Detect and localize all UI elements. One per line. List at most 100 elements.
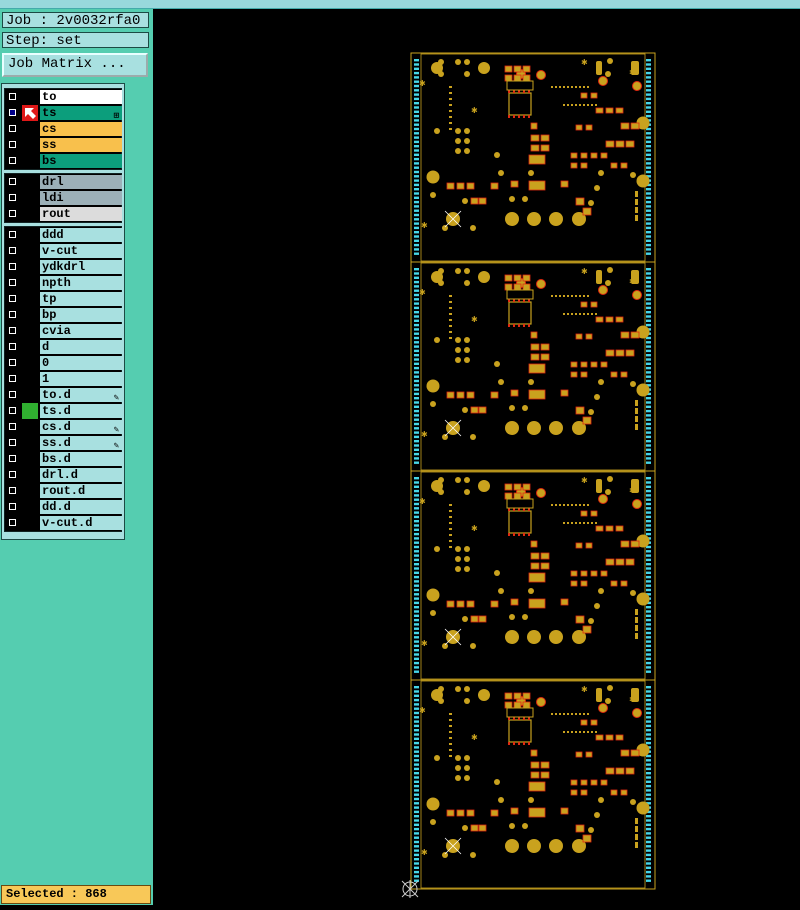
layer-row-to.d[interactable]: to.d ✎	[5, 387, 122, 403]
layer-name[interactable]: cs.d ✎	[40, 420, 122, 434]
layer-row-bs.d[interactable]: bs.d	[5, 451, 122, 467]
layer-status-cell[interactable]	[22, 387, 38, 403]
layer-status-cell[interactable]	[22, 483, 38, 499]
layer-checkbox[interactable]	[8, 108, 17, 117]
layer-checkbox[interactable]	[8, 193, 17, 202]
layer-row-rout.d[interactable]: rout.d	[5, 483, 122, 499]
layer-checkbox[interactable]	[8, 294, 17, 303]
layer-status-cell[interactable]	[22, 307, 38, 323]
layer-checkbox[interactable]	[8, 342, 17, 351]
layer-checkbox[interactable]	[8, 326, 17, 335]
layer-name[interactable]: 1	[40, 372, 122, 386]
layer-status-cell[interactable]	[22, 451, 38, 467]
layer-row-ts.d[interactable]: ts.d	[5, 403, 122, 419]
layer-name[interactable]: bp	[40, 308, 122, 322]
layer-status-cell[interactable]	[22, 403, 38, 419]
layer-checkbox[interactable]	[8, 156, 17, 165]
layer-row-bs[interactable]: bs	[5, 153, 122, 169]
work-layer-arrow-icon[interactable]	[22, 105, 38, 121]
layer-name[interactable]: tp	[40, 292, 122, 306]
layer-name[interactable]: v-cut	[40, 244, 122, 258]
layer-name[interactable]: npth	[40, 276, 122, 290]
layer-name[interactable]: bs.d	[40, 452, 122, 466]
layer-name[interactable]: drl	[40, 175, 122, 189]
layer-name[interactable]: to.d ✎	[40, 388, 122, 402]
layer-name[interactable]: dd.d	[40, 500, 122, 514]
layer-checkbox[interactable]	[8, 438, 17, 447]
layer-name[interactable]: ts ⊞	[40, 106, 122, 120]
layer-status-cell[interactable]	[22, 291, 38, 307]
layer-checkbox[interactable]	[8, 92, 17, 101]
layer-name[interactable]: rout	[40, 207, 122, 221]
layer-name[interactable]: cs	[40, 122, 122, 136]
layer-checkbox[interactable]	[8, 310, 17, 319]
layer-checkbox[interactable]	[8, 390, 17, 399]
layer-name[interactable]: ddd	[40, 228, 122, 242]
layer-row-bp[interactable]: bp	[5, 307, 122, 323]
layer-row-0[interactable]: 0	[5, 355, 122, 371]
layer-row-ldi[interactable]: ldi	[5, 190, 122, 206]
layer-status-cell[interactable]	[22, 121, 38, 137]
layer-name[interactable]: ss.d ✎	[40, 436, 122, 450]
layer-status-cell[interactable]	[22, 243, 38, 259]
layer-row-drl[interactable]: drl	[5, 174, 122, 190]
layer-checkbox[interactable]	[8, 124, 17, 133]
layer-status-cell[interactable]	[22, 275, 38, 291]
layer-status-cell[interactable]	[22, 190, 38, 206]
layer-checkbox[interactable]	[8, 358, 17, 367]
layer-checkbox[interactable]	[8, 454, 17, 463]
layer-row-v-cut.d[interactable]: v-cut.d	[5, 515, 122, 531]
layer-status-cell[interactable]	[22, 89, 38, 105]
layer-name[interactable]: rout.d	[40, 484, 122, 498]
layer-row-ts[interactable]: ts ⊞	[5, 105, 122, 121]
layer-status-cell[interactable]	[22, 467, 38, 483]
layer-row-ddd[interactable]: ddd	[5, 227, 122, 243]
layer-row-tp[interactable]: tp	[5, 291, 122, 307]
layer-status-cell[interactable]	[22, 137, 38, 153]
layer-status-cell[interactable]	[22, 355, 38, 371]
layer-status-cell[interactable]	[22, 153, 38, 169]
layer-row-ss.d[interactable]: ss.d ✎	[5, 435, 122, 451]
layer-name[interactable]: ts.d	[40, 404, 122, 418]
layer-checkbox[interactable]	[8, 209, 17, 218]
layer-row-to[interactable]: to	[5, 89, 122, 105]
layer-status-cell[interactable]	[22, 323, 38, 339]
layer-name[interactable]: v-cut.d	[40, 516, 122, 530]
layer-checkbox[interactable]	[8, 177, 17, 186]
layer-checkbox[interactable]	[8, 406, 17, 415]
layer-checkbox[interactable]	[8, 422, 17, 431]
layer-row-drl.d[interactable]: drl.d	[5, 467, 122, 483]
layer-checkbox[interactable]	[8, 486, 17, 495]
layer-status-cell[interactable]	[22, 499, 38, 515]
layer-name[interactable]: d	[40, 340, 122, 354]
layer-checkbox[interactable]	[8, 518, 17, 527]
layer-row-dd.d[interactable]: dd.d	[5, 499, 122, 515]
graphics-viewer[interactable]: ✱ ✱ ✱ ✱ ✱ ✱ ✱ ✱ ✱ ✱ ✱ ✱ ✱ ✱ ✱ ✱ ✱ ✱ ✱ ✱ ✱ ✱ ✱ ✱	[153, 9, 800, 905]
layer-row-cs.d[interactable]: cs.d ✎	[5, 419, 122, 435]
layer-checkbox[interactable]	[8, 502, 17, 511]
layer-row-cvia[interactable]: cvia	[5, 323, 122, 339]
layer-name[interactable]: 0	[40, 356, 122, 370]
layer-row-ss[interactable]: ss	[5, 137, 122, 153]
layer-checkbox[interactable]	[8, 374, 17, 383]
layer-name[interactable]: ydkdrl	[40, 260, 122, 274]
layer-name[interactable]: cvia	[40, 324, 122, 338]
layer-name[interactable]: bs	[40, 154, 122, 168]
layer-checkbox[interactable]	[8, 140, 17, 149]
layer-status-cell[interactable]	[22, 339, 38, 355]
layer-status-cell[interactable]	[22, 515, 38, 531]
layer-row-v-cut[interactable]: v-cut	[5, 243, 122, 259]
layer-status-cell[interactable]	[22, 419, 38, 435]
layer-checkbox[interactable]	[8, 470, 17, 479]
layer-row-cs[interactable]: cs	[5, 121, 122, 137]
layer-row-1[interactable]: 1	[5, 371, 122, 387]
layer-status-cell[interactable]	[22, 174, 38, 190]
layer-name[interactable]: drl.d	[40, 468, 122, 482]
layer-status-cell[interactable]	[22, 227, 38, 243]
layer-checkbox[interactable]	[8, 246, 17, 255]
layer-status-cell[interactable]	[22, 206, 38, 222]
layer-status-cell[interactable]	[22, 435, 38, 451]
layer-row-npth[interactable]: npth	[5, 275, 122, 291]
layer-checkbox[interactable]	[8, 262, 17, 271]
layer-row-d[interactable]: d	[5, 339, 122, 355]
